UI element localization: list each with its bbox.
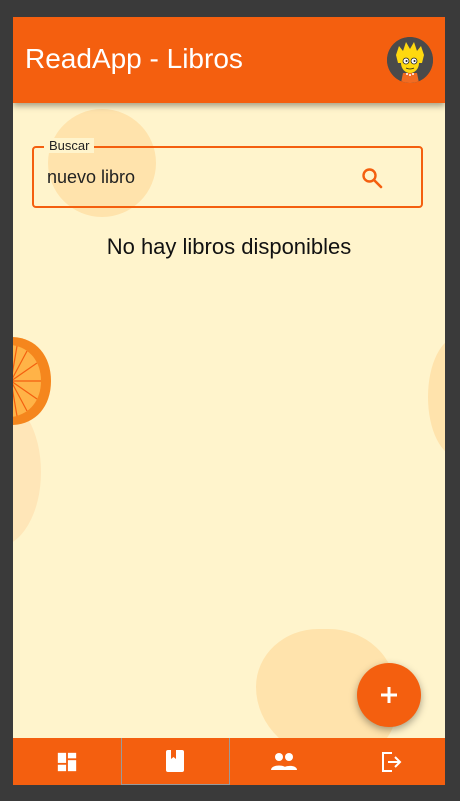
nav-item-users[interactable] bbox=[230, 738, 338, 785]
add-book-button[interactable] bbox=[357, 663, 421, 727]
people-icon bbox=[270, 752, 297, 770]
page-title: ReadApp - Libros bbox=[25, 43, 243, 74]
app-bar: ReadApp - Libros bbox=[13, 17, 445, 103]
book-icon bbox=[166, 750, 185, 772]
avatar[interactable] bbox=[387, 37, 433, 83]
orange-slice-decoration bbox=[13, 337, 51, 425]
search-icon[interactable] bbox=[360, 166, 384, 190]
app-screen: ReadApp - Libros Buscar No hay lib bbox=[13, 17, 445, 785]
search-label: Buscar bbox=[44, 138, 95, 153]
plus-icon bbox=[381, 687, 397, 703]
lisa-simpson-avatar-icon bbox=[387, 37, 433, 83]
nav-item-logout[interactable] bbox=[338, 738, 446, 785]
bottom-navigation bbox=[13, 738, 445, 785]
logout-icon bbox=[382, 751, 402, 772]
background-blob bbox=[428, 337, 445, 457]
nav-item-dashboard[interactable] bbox=[13, 738, 121, 785]
dashboard-icon bbox=[57, 752, 76, 771]
empty-state-message: No hay libros disponibles bbox=[106, 234, 352, 259]
search-field[interactable]: Buscar bbox=[32, 138, 423, 208]
nav-item-books[interactable] bbox=[120, 738, 230, 785]
search-input[interactable] bbox=[47, 164, 347, 190]
